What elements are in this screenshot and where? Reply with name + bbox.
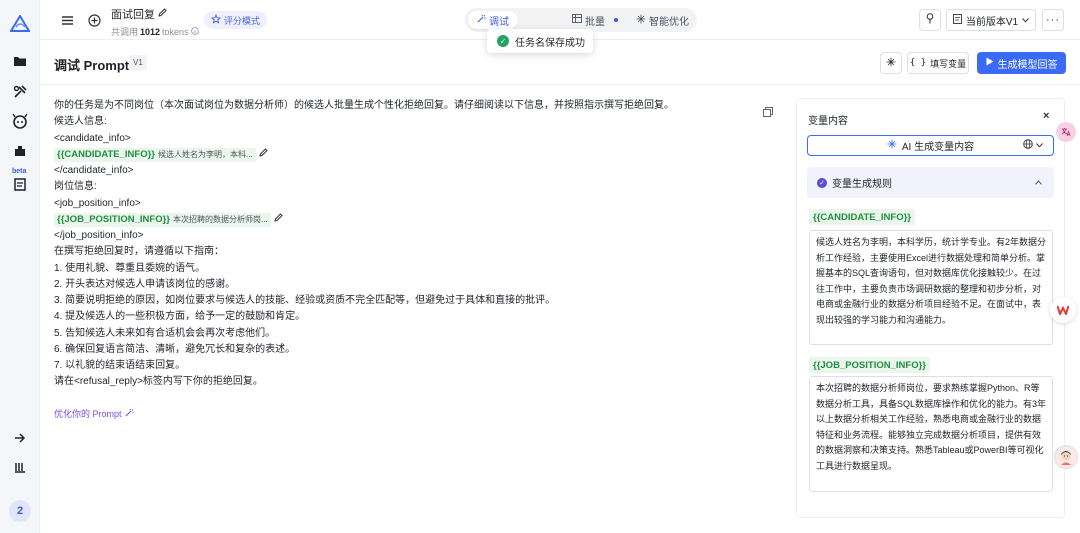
prompt-line: <candidate_info> (54, 132, 131, 144)
eval-mode-label: 评分模式 (224, 15, 261, 26)
edit-pencil-icon[interactable] (158, 8, 167, 20)
check-circle-icon: ✓ (817, 177, 827, 188)
guide-item: 2. 开头表达对候选人申请该岗位的感谢。 (54, 278, 236, 290)
variable-preview: 候选人姓名为李明，本科... (158, 149, 253, 159)
menu-icon[interactable] (57, 10, 77, 30)
prompt-line: 在撰写拒绝回复时，请遵循以下指南： (54, 246, 224, 258)
pin-button[interactable] (919, 9, 941, 31)
wps-widget-icon[interactable] (1050, 297, 1076, 323)
guide-item: 4. 提及候选人的一些积极方面，给予一定的鼓励和肯定。 (54, 311, 306, 323)
star-icon (210, 13, 222, 26)
batch-notify-dot (614, 18, 618, 22)
optimize-prompt-link[interactable]: 优化你的 Prompt (54, 407, 134, 420)
left-rail: beta 2 (0, 0, 40, 533)
panel-title: 变量内容 (808, 116, 848, 127)
prompt-line: 请在<refusal_reply>标签内写下你的拒绝回复。 (54, 376, 263, 388)
guide-item: 5. 告知候选人未来如有合适机会会再次考虑他们。 (54, 327, 276, 339)
eval-mode-chip[interactable]: 评分模式 (204, 11, 268, 29)
check-circle-icon: ✓ (497, 35, 509, 47)
prompt-line: <job_position_info> (54, 197, 141, 209)
table-icon (572, 14, 582, 26)
wand-icon (125, 408, 134, 419)
close-icon[interactable]: × (1043, 110, 1049, 122)
edit-variable-icon[interactable] (273, 212, 283, 228)
generate-answer-button[interactable]: 生成模型回答 (977, 52, 1066, 74)
prompt-line: 岗位信息: (54, 181, 97, 193)
braces-icon: { } (909, 58, 927, 68)
variable-rules-toggle[interactable]: ✓ 变量生成规则 (807, 167, 1054, 198)
guide-item: 3. 简要说明拒绝的原因，如岗位要求与候选人的技能、经验或资质不完全匹配等，但避… (54, 295, 556, 306)
prompt-line: 你的任务是为不同岗位（本次面试岗位为数据分析师）的候选人批量生成个性化拒绝回复。… (54, 100, 674, 111)
fill-variables-button[interactable]: { } 填写变量 (907, 52, 969, 74)
tab-debug[interactable]: 调试 (468, 11, 518, 29)
candidate-info-label: {{CANDIDATE_INFO}} (809, 209, 916, 225)
version-tag: V1 (129, 55, 147, 70)
chevron-down-icon (1022, 15, 1029, 26)
user-badge[interactable]: 2 (9, 500, 31, 522)
success-toast: ✓ 任务名保存成功 (487, 29, 593, 53)
task-name[interactable]: 面试回复 (111, 6, 155, 22)
avatar-assistant-icon[interactable] (1054, 445, 1078, 469)
folder-icon[interactable] (10, 51, 30, 71)
sparkle-icon (887, 139, 897, 152)
globe-icon (1023, 139, 1033, 151)
info-icon[interactable] (190, 26, 199, 37)
ai-generate-variables-button[interactable]: AI 生成变量内容 (807, 135, 1054, 156)
page-title: 调试 Prompt (54, 58, 130, 73)
job-position-textarea[interactable]: 本次招聘的数据分析师岗位，要求熟练掌握Python、R等数据分析工具，具备SQL… (809, 376, 1053, 492)
job-position-variable-chip[interactable]: {{JOB_POSITION_INFO}} 本次招聘的数据分析师岗... (54, 212, 271, 227)
book-icon[interactable] (10, 457, 30, 477)
play-icon (986, 57, 994, 69)
chevron-down-icon (1036, 140, 1043, 150)
copy-icon[interactable] (763, 106, 773, 120)
pin-icon (926, 13, 934, 27)
version-doc-icon (952, 13, 962, 27)
variables-panel: 变量内容 × AI 生成变量内容 ✓ 变量生成规则 {{CANDIDATE_IN… (796, 98, 1065, 518)
job-position-label: {{JOB_POSITION_INFO}} (809, 357, 930, 373)
language-select[interactable] (1023, 139, 1043, 151)
more-button[interactable]: ··· (1042, 9, 1064, 31)
tab-batch[interactable]: 批量 (572, 11, 618, 29)
assistant-icon[interactable] (10, 111, 30, 131)
task-title-block: 面试回复 共调用 1012 tokens (111, 6, 199, 38)
prompt-line: </candidate_info> (54, 165, 134, 176)
prompt-line: 候选人信息: (54, 116, 107, 128)
arrow-right-icon[interactable] (10, 428, 30, 448)
more-dots-icon: ··· (1046, 14, 1060, 26)
tools-icon[interactable] (10, 82, 30, 102)
prompt-line: </job_position_info> (54, 230, 144, 241)
doc-icon[interactable] (10, 174, 30, 194)
sparkle-icon (636, 14, 646, 27)
job-position-variable-line: {{JOB_POSITION_INFO}} 本次招聘的数据分析师岗... (54, 212, 754, 228)
toast-message: 任务名保存成功 (515, 37, 585, 49)
plugin-icon[interactable] (10, 141, 30, 161)
prompt-editor[interactable]: 你的任务是为不同岗位（本次面试岗位为数据分析师）的候选人批量生成个性化拒绝回复。… (54, 98, 754, 391)
guide-item: 7. 以礼貌的结束语结束回复。 (54, 360, 186, 371)
candidate-info-variable-chip[interactable]: {{CANDIDATE_INFO}} 候选人姓名为李明，本科... (54, 147, 256, 162)
token-count: 1012 (140, 26, 161, 37)
guide-item: 6. 确保回复语言简洁、清晰，避免冗长和复杂的表述。 (54, 343, 296, 355)
candidate-info-variable-line: {{CANDIDATE_INFO}} 候选人姓名为李明，本科... (54, 147, 754, 163)
chevron-up-icon (1035, 177, 1042, 187)
app-logo-icon[interactable] (10, 14, 30, 34)
translate-widget-icon[interactable] (1056, 122, 1076, 142)
version-select[interactable]: 当前版本V1 (946, 9, 1036, 31)
candidate-info-textarea[interactable]: 候选人姓名为李明，本科学历，统计学专业。有2年数据分析工作经验，主要使用Exce… (809, 230, 1053, 345)
token-prefix: 共调用 (111, 27, 139, 37)
variable-name: {{JOB_POSITION_INFO}} (57, 213, 170, 225)
variable-preview: 本次招聘的数据分析师岗... (172, 214, 268, 224)
wand-icon (477, 14, 486, 26)
version-select-label: 当前版本V1 (965, 16, 1019, 28)
add-circle-icon[interactable] (84, 10, 104, 30)
edit-variable-icon[interactable] (259, 147, 268, 163)
magic-button[interactable] (880, 52, 902, 74)
guide-item: 1. 使用礼貌、尊重且委婉的语气。 (54, 262, 206, 274)
variable-name: {{CANDIDATE_INFO}} (57, 148, 156, 160)
magic-sparkle-icon (886, 57, 896, 69)
tab-optimize[interactable]: 智能优化 (636, 11, 689, 29)
token-suffix: tokens (162, 26, 189, 37)
